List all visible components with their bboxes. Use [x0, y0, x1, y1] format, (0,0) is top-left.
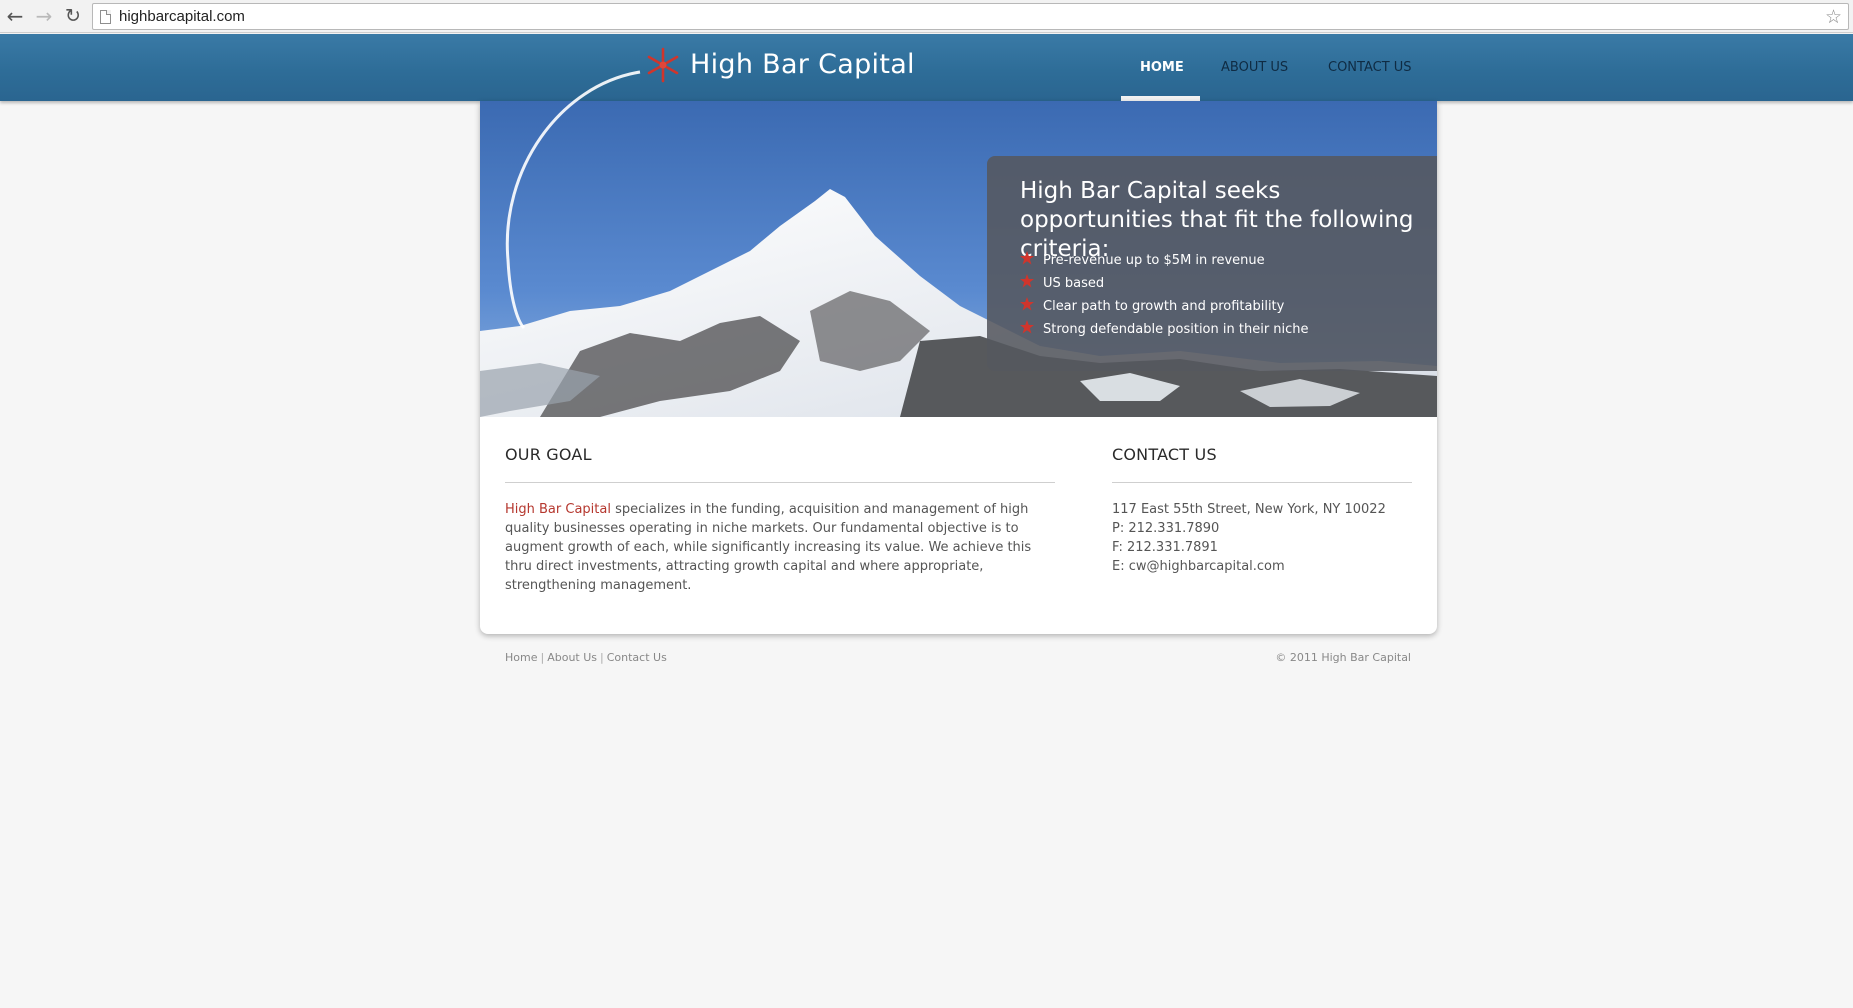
red-star-icon: [1020, 297, 1034, 311]
contact-heading: CONTACT US: [1112, 445, 1217, 464]
contact-details: 117 East 55th Street, New York, NY 10022…: [1112, 500, 1386, 576]
main-card: High Bar Capital seeks opportunities tha…: [480, 101, 1437, 634]
nav-about-us[interactable]: ABOUT US: [1221, 60, 1288, 75]
contact-address: 117 East 55th Street, New York, NY 10022: [1112, 502, 1386, 517]
red-star-icon: [1020, 320, 1034, 334]
contact-email[interactable]: E: cw@highbarcapital.com: [1112, 557, 1386, 576]
bookmark-star-icon[interactable]: ☆: [1825, 5, 1842, 29]
criteria-item: Strong defendable position in their nich…: [1020, 320, 1309, 343]
contact-divider: [1112, 482, 1412, 483]
forward-arrow-icon[interactable]: →: [33, 5, 55, 27]
footer-link-contact-us[interactable]: Contact Us: [607, 651, 667, 664]
url-text[interactable]: highbarcapital.com: [119, 8, 245, 25]
browser-toolbar: ← → ↻ highbarcapital.com ☆: [0, 0, 1853, 33]
nav-home[interactable]: HOME: [1140, 60, 1184, 75]
contact-phone: P: 212.331.7890: [1112, 521, 1220, 536]
logo-star-icon: [647, 47, 679, 83]
criteria-item: Pre-revenue up to $5M in revenue: [1020, 251, 1309, 274]
address-bar[interactable]: highbarcapital.com ☆: [92, 3, 1849, 30]
criteria-item: Clear path to growth and profitability: [1020, 297, 1309, 320]
nav-contact-us[interactable]: CONTACT US: [1328, 60, 1412, 75]
goal-divider: [505, 482, 1055, 483]
goal-paragraph: High Bar Capital specializes in the fund…: [505, 502, 1032, 593]
back-arrow-icon[interactable]: ←: [4, 5, 26, 27]
red-star-icon: [1020, 274, 1034, 288]
footer-link-about-us[interactable]: About Us: [547, 651, 597, 664]
copyright: © 2011 High Bar Capital: [1275, 651, 1411, 664]
footer-link-home[interactable]: Home: [505, 651, 537, 664]
page-icon: [100, 10, 111, 24]
hero-banner: High Bar Capital seeks opportunities tha…: [480, 101, 1437, 417]
red-star-icon: [1020, 251, 1034, 265]
contact-fax: F: 212.331.7891: [1112, 540, 1218, 555]
site-header: High Bar Capital HOME ABOUT US CONTACT U…: [0, 34, 1853, 101]
footer-nav: Home | About Us | Contact Us: [505, 651, 667, 664]
logo-text[interactable]: High Bar Capital: [690, 49, 915, 80]
criteria-list: Pre-revenue up to $5M in revenue US base…: [1020, 251, 1309, 343]
criteria-panel: High Bar Capital seeks opportunities tha…: [987, 156, 1437, 371]
our-goal-heading: OUR GOAL: [505, 445, 592, 464]
criteria-item: US based: [1020, 274, 1309, 297]
goal-brand-name: High Bar Capital: [505, 502, 611, 517]
reload-icon[interactable]: ↻: [62, 5, 84, 27]
